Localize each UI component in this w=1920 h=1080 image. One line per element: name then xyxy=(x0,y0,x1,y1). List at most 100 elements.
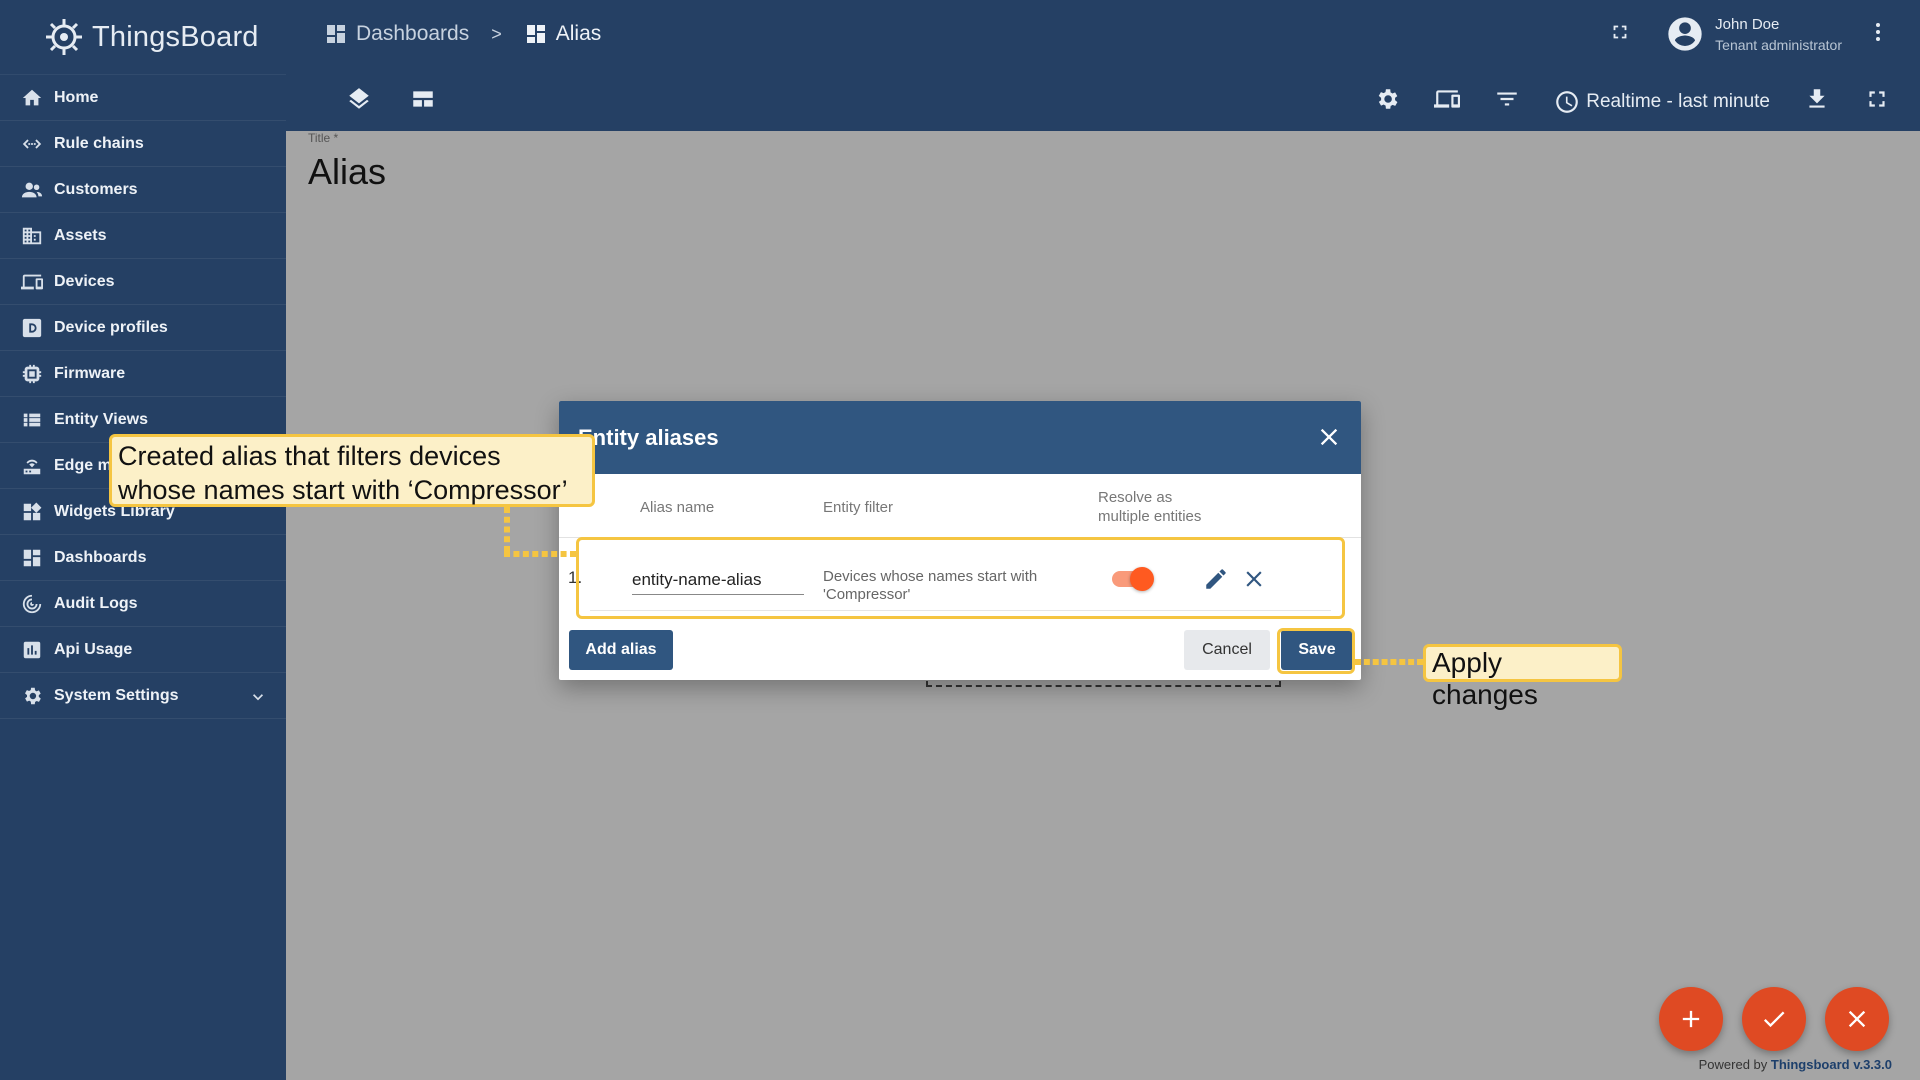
sidebar-item-customers[interactable]: Customers xyxy=(0,167,286,213)
powered-brand-link[interactable]: Thingsboard v.3.3.0 xyxy=(1771,1057,1892,1072)
column-alias-name: Alias name xyxy=(640,499,715,516)
add-alias-button[interactable]: Add alias xyxy=(569,630,673,670)
sidebar: ThingsBoard Home Rule chains Customers A… xyxy=(0,0,286,1080)
breadcrumb-label: Alias xyxy=(555,22,602,45)
fullscreen-icon[interactable] xyxy=(1864,86,1890,117)
download-icon[interactable] xyxy=(1804,86,1830,117)
home-icon xyxy=(20,86,44,110)
app-name: ThingsBoard xyxy=(92,20,259,53)
dashboard-title[interactable]: Alias xyxy=(308,151,386,193)
breadcrumb-separator: > xyxy=(491,23,502,44)
dashboard-toolbar-right: Realtime - last minute xyxy=(1374,86,1890,117)
firmware-icon xyxy=(20,362,44,386)
powered-prefix: Powered by xyxy=(1698,1057,1771,1072)
breadcrumb: Dashboards > Alias xyxy=(324,22,601,46)
sidebar-item-label: Rule chains xyxy=(54,134,144,152)
sidebar-item-label: System Settings xyxy=(54,686,179,704)
dashboards-icon xyxy=(20,546,44,570)
user-name: John Doe xyxy=(1715,15,1780,33)
sidebar-item-label: Devices xyxy=(54,272,115,290)
sidebar-item-audit-logs[interactable]: Audit Logs xyxy=(0,581,286,627)
avatar[interactable] xyxy=(1665,14,1705,54)
row-highlight xyxy=(576,537,1345,619)
sidebar-item-label: Home xyxy=(54,88,99,106)
sidebar-item-label: Device profiles xyxy=(54,318,168,336)
dashboards-icon xyxy=(327,25,345,43)
logo[interactable]: ThingsBoard xyxy=(0,0,286,75)
devices-icon[interactable] xyxy=(1434,86,1461,117)
add-widget-button[interactable] xyxy=(1659,987,1723,1051)
connector-line xyxy=(504,551,576,557)
top-bar: Dashboards > Alias John Doe Tenant admin… xyxy=(286,0,1920,131)
save-annotation: Apply changes xyxy=(1423,644,1622,710)
sidebar-item-rule-chains[interactable]: Rule chains xyxy=(0,121,286,167)
timewindow-button[interactable]: Realtime - last minute xyxy=(1554,89,1770,115)
fullscreen-icon[interactable] xyxy=(1609,21,1631,48)
user-info[interactable]: John Doe Tenant administrator xyxy=(1715,16,1842,53)
apply-changes-fab[interactable] xyxy=(1742,987,1806,1051)
sidebar-item-label: Firmware xyxy=(54,364,126,382)
sidebar-item-home[interactable]: Home xyxy=(0,75,286,121)
check-icon xyxy=(1763,1011,1785,1028)
sidebar-item-assets[interactable]: Assets xyxy=(0,213,286,259)
customers-icon xyxy=(20,178,44,202)
save-highlight xyxy=(1277,628,1355,674)
column-entity-filter: Entity filter xyxy=(823,499,894,516)
sidebar-menu: Home Rule chains Customers Assets Device… xyxy=(0,75,286,719)
dialog-header: Entity aliases xyxy=(559,401,1361,474)
sidebar-item-label: Dashboards xyxy=(54,548,147,566)
thingsboard-logo-icon xyxy=(46,19,82,55)
more-vert-icon[interactable] xyxy=(1866,20,1890,49)
connector-line xyxy=(1355,659,1423,665)
sidebar-item-device-profiles[interactable]: Device profiles xyxy=(0,305,286,351)
layers-icon[interactable] xyxy=(346,86,372,117)
timewindow-label: Realtime - last minute xyxy=(1586,90,1770,112)
dialog-title: Entity aliases xyxy=(578,424,719,450)
sidebar-item-devices[interactable]: Devices xyxy=(0,259,286,305)
connector-line xyxy=(504,507,510,552)
settings-icon[interactable] xyxy=(1374,86,1400,117)
row-annotation: Created alias that filters devices whose… xyxy=(109,434,595,507)
sidebar-item-label: Edge m xyxy=(54,456,112,474)
row-annotation-line1: Created alias that filters devices xyxy=(118,441,501,471)
user-area: John Doe Tenant administrator xyxy=(1609,14,1890,54)
entity-views-icon xyxy=(20,408,44,432)
device-profiles-icon xyxy=(20,316,44,340)
table-header: Alias name Entity filter Resolve as mult… xyxy=(559,474,1361,538)
breadcrumb-current: Alias xyxy=(524,22,602,46)
edge-icon xyxy=(20,454,44,478)
sidebar-item-firmware[interactable]: Firmware xyxy=(0,351,286,397)
settings-icon xyxy=(20,684,44,708)
api-usage-icon xyxy=(20,638,44,662)
dashboard-toolbar-left xyxy=(346,86,436,117)
widgets-icon xyxy=(20,500,44,524)
rule-chains-icon xyxy=(20,132,44,156)
filter-icon[interactable] xyxy=(1494,86,1520,117)
chevron-down-icon[interactable] xyxy=(248,687,268,707)
sidebar-item-label: Assets xyxy=(54,226,107,244)
dashboard-icon xyxy=(526,25,545,43)
layout-icon[interactable] xyxy=(410,86,436,117)
column-resolve-line2: multiple entities xyxy=(1098,508,1202,525)
sidebar-item-dashboards[interactable]: Dashboards xyxy=(0,535,286,581)
clock-icon xyxy=(1556,90,1579,113)
breadcrumb-label: Dashboards xyxy=(356,22,470,45)
decline-changes-fab[interactable] xyxy=(1825,987,1889,1051)
sidebar-item-label: Audit Logs xyxy=(54,594,138,612)
audit-logs-icon xyxy=(20,592,44,616)
sidebar-item-api-usage[interactable]: Api Usage xyxy=(0,627,286,673)
powered-by: Powered by Thingsboard v.3.3.0 xyxy=(1699,1057,1892,1072)
column-resolve-line1: Resolve as xyxy=(1098,489,1173,506)
devices-icon xyxy=(20,270,44,294)
plus-icon xyxy=(1682,1010,1700,1028)
sidebar-item-label: Api Usage xyxy=(54,640,133,658)
sidebar-item-label: Entity Views xyxy=(54,410,148,428)
sidebar-item-system-settings[interactable]: System Settings xyxy=(0,673,286,719)
sidebar-item-label: Customers xyxy=(54,180,138,198)
title-field-label: Title * xyxy=(308,131,339,145)
assets-icon xyxy=(20,224,44,248)
cancel-button[interactable]: Cancel xyxy=(1184,630,1270,670)
close-icon[interactable] xyxy=(1315,423,1343,451)
breadcrumb-dashboards[interactable]: Dashboards xyxy=(324,22,469,46)
user-role: Tenant administrator xyxy=(1715,36,1842,53)
